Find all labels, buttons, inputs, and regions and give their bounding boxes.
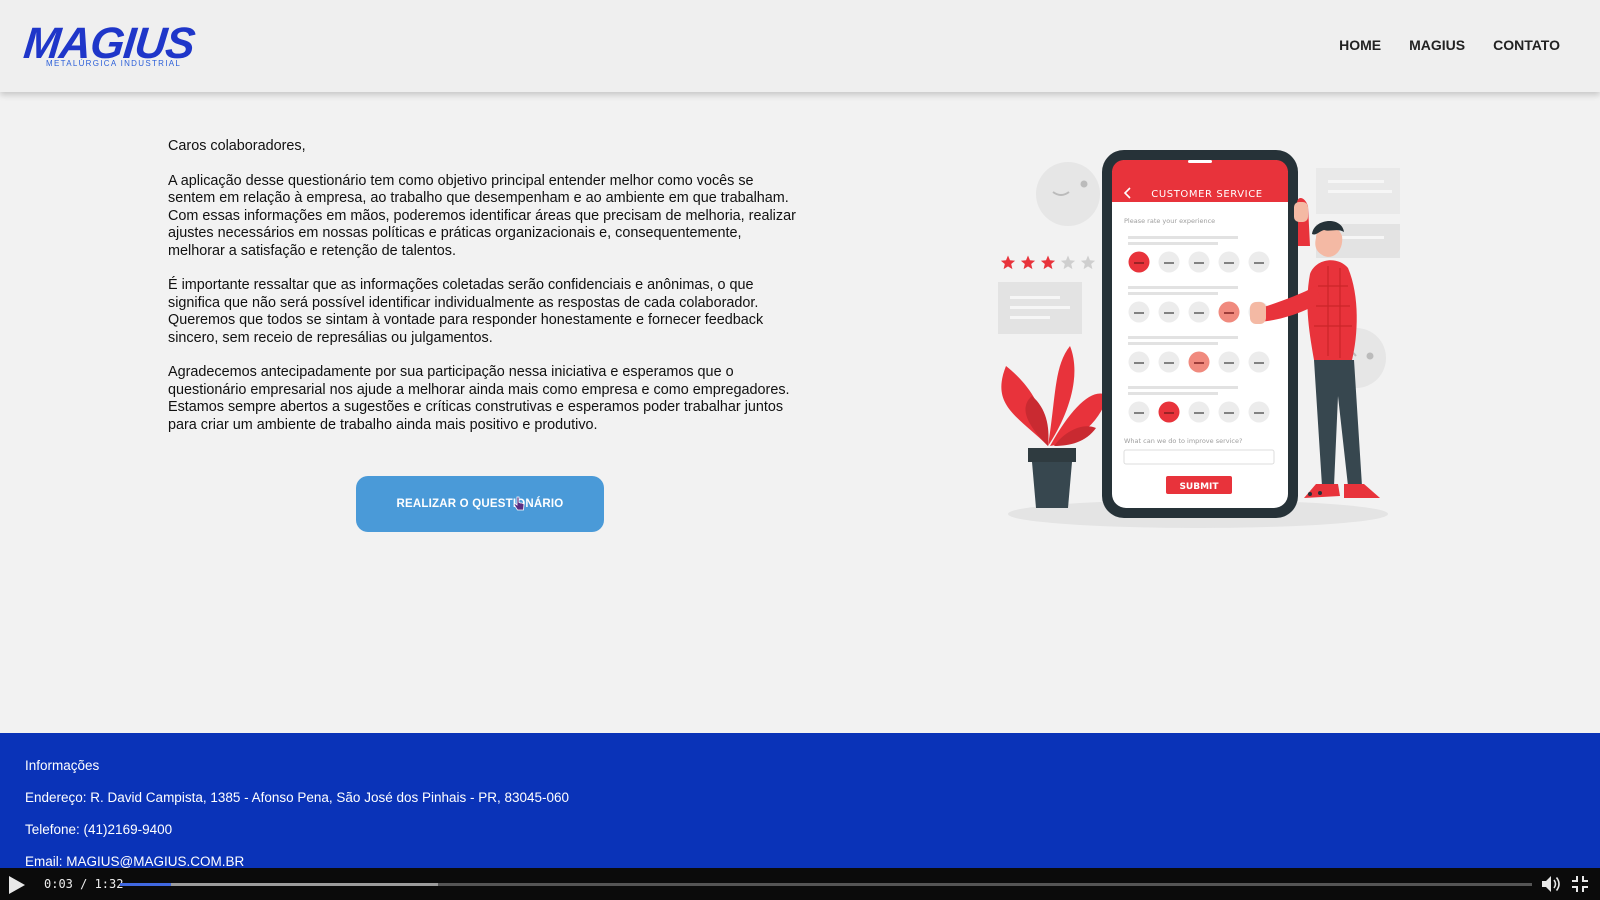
rating-face-icon: [1248, 251, 1270, 273]
rating-face-icon: [1218, 301, 1240, 323]
rating-face-icon: [1128, 251, 1150, 273]
video-controls: 0:03 / 1:32: [0, 868, 1600, 900]
plant-icon: [1001, 346, 1108, 508]
paragraph-thanks: Agradecemos antecipadamente por sua part…: [168, 364, 790, 433]
footer-address: Endereço: R. David Campista, 1385 - Afon…: [25, 790, 570, 805]
bubble-icon: [1036, 162, 1100, 226]
rating-face-icon: [1158, 401, 1180, 423]
site-header: MAGIUS METALÚRGICA INDUSTRIAL HOME MAGIU…: [0, 0, 1600, 92]
rating-face-icon: [1128, 401, 1150, 423]
footer-phone: Telefone: (41)2169-9400: [25, 822, 173, 837]
volume-icon[interactable]: [1540, 874, 1562, 894]
start-questionnaire-button[interactable]: REALIZAR O QUESTIONÁRIO: [356, 476, 604, 532]
rating-face-icon: [1248, 351, 1270, 373]
rating-face-icon: [1248, 401, 1270, 423]
paragraph-confidentiality: É importante ressaltar que as informaçõe…: [168, 277, 764, 346]
rating-face-icon: [1188, 351, 1210, 373]
submit-label: SUBMIT: [1179, 482, 1219, 492]
logo[interactable]: MAGIUS METALÚRGICA INDUSTRIAL: [21, 19, 196, 70]
video-time: 0:03 / 1:32: [44, 877, 124, 891]
star-icon: [1060, 255, 1076, 270]
rating-face-icon: [1128, 351, 1150, 373]
footer-email[interactable]: Email: MAGIUS@MAGIUS.COM.BR: [25, 854, 244, 869]
phone-mockup: CUSTOMER SERVICE Please rate your experi…: [1102, 150, 1298, 518]
greeting: Caros colaboradores,: [168, 138, 306, 154]
nav-magius[interactable]: MAGIUS: [1409, 37, 1465, 53]
app-title: CUSTOMER SERVICE: [1151, 189, 1262, 200]
site-footer: Informações Endereço: R. David Campista,…: [0, 733, 1600, 869]
star-icon: [1000, 255, 1016, 270]
rating-face-icon: [1218, 401, 1240, 423]
nav-home[interactable]: HOME: [1339, 37, 1381, 53]
rating-face-icon: [1128, 301, 1150, 323]
footer-title: Informações: [25, 758, 100, 773]
customer-service-illustration: CUSTOMER SERVICE Please rate your experi…: [998, 150, 1400, 528]
rating-face-icon: [1188, 401, 1210, 423]
star-icon: [1020, 255, 1036, 270]
star-icon: [1040, 255, 1056, 270]
rating-face-icon: [1158, 251, 1180, 273]
star-icon: [1080, 255, 1096, 270]
hand-cursor-icon: [513, 496, 525, 511]
paragraph-objective: A aplicação desse questionário tem como …: [168, 172, 796, 259]
exit-fullscreen-icon[interactable]: [1570, 874, 1590, 894]
page: MAGIUS METALÚRGICA INDUSTRIAL HOME MAGIU…: [0, 0, 1600, 900]
video-played-bar: [120, 883, 171, 886]
main-nav: HOME MAGIUS CONTATO: [1339, 37, 1560, 53]
rating-face-icon: [1218, 251, 1240, 273]
rating-face-icon: [1188, 301, 1210, 323]
rating-face-icon: [1158, 351, 1180, 373]
logo-subtitle: METALÚRGICA INDUSTRIAL: [46, 59, 182, 68]
improve-prompt: What can we do to improve service?: [1124, 437, 1242, 445]
rating-face-icon: [1218, 351, 1240, 373]
star-rating: [1000, 255, 1096, 270]
rating-face-icon: [1188, 251, 1210, 273]
play-icon[interactable]: [9, 876, 25, 894]
nav-contato[interactable]: CONTATO: [1493, 37, 1560, 53]
rate-prompt: Please rate your experience: [1124, 217, 1215, 225]
intro-text: Caros colaboradores, A aplicação desse q…: [168, 138, 798, 451]
rating-face-icon: [1158, 301, 1180, 323]
video-progress-track[interactable]: [120, 883, 1532, 886]
